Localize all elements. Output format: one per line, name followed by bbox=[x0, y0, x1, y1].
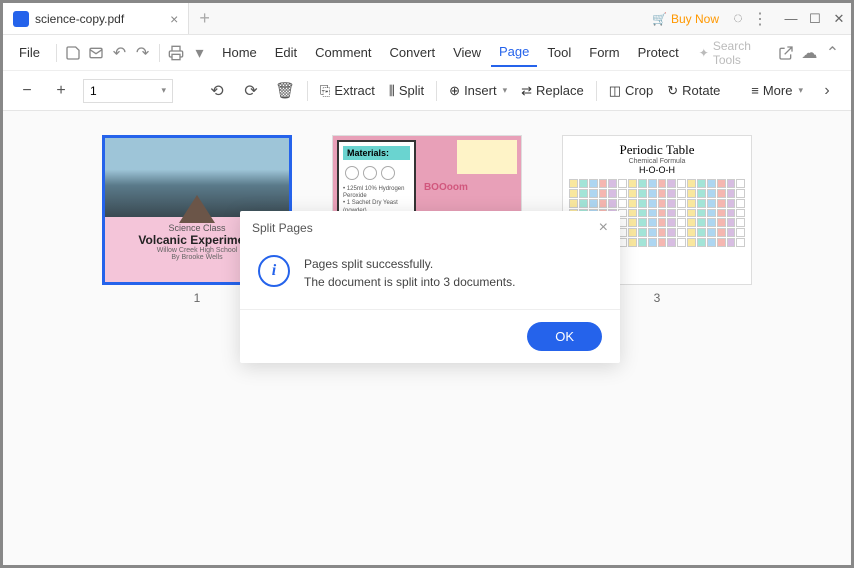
page-number-input[interactable]: 1▾ bbox=[83, 79, 173, 103]
insert-button[interactable]: ⊕Insert▾ bbox=[447, 79, 509, 103]
replace-icon: ⇄ bbox=[521, 83, 532, 99]
more-button[interactable]: ≡More▾ bbox=[749, 79, 805, 102]
tab-title: science-copy.pdf bbox=[35, 12, 124, 26]
ok-button[interactable]: OK bbox=[527, 322, 602, 351]
menu-view[interactable]: View bbox=[445, 39, 489, 66]
search-tools[interactable]: ✦ Search Tools bbox=[699, 39, 772, 67]
share-icon[interactable] bbox=[776, 41, 797, 65]
dialog-title: Split Pages bbox=[252, 221, 313, 235]
dialog-message-1: Pages split successfully. bbox=[304, 255, 515, 273]
document-tab[interactable]: science-copy.pdf × bbox=[3, 3, 189, 34]
expand-icon[interactable]: › bbox=[815, 79, 839, 103]
cloud-icon[interactable]: ☁ bbox=[799, 41, 820, 65]
minimize-button[interactable]: — bbox=[779, 7, 803, 31]
split-button[interactable]: ⫼Split bbox=[387, 79, 426, 103]
rotate-icon: ↻ bbox=[667, 83, 678, 99]
menu-page[interactable]: Page bbox=[491, 38, 537, 67]
thumb-number: 1 bbox=[194, 291, 201, 305]
split-icon: ⫼ bbox=[389, 83, 395, 99]
menu-edit[interactable]: Edit bbox=[267, 39, 305, 66]
zoom-out-button[interactable]: − bbox=[15, 79, 39, 103]
mail-icon[interactable] bbox=[86, 41, 107, 65]
rotate-right-icon[interactable]: ⟳ bbox=[239, 79, 263, 103]
extract-button[interactable]: ⎘Extract bbox=[318, 79, 377, 103]
zoom-in-button[interactable]: + bbox=[49, 79, 73, 103]
insert-icon: ⊕ bbox=[449, 83, 460, 99]
save-icon[interactable] bbox=[63, 41, 84, 65]
buy-now-link[interactable]: 🛒 Buy Now bbox=[652, 12, 719, 26]
more-icon: ≡ bbox=[751, 83, 759, 98]
user-icon[interactable]: ◌ bbox=[727, 8, 749, 30]
rotate-left-icon[interactable]: ⟲ bbox=[205, 79, 229, 103]
rotate-button[interactable]: ↻Rotate bbox=[665, 79, 722, 103]
dialog-message-2: The document is split into 3 documents. bbox=[304, 273, 515, 291]
collapse-icon[interactable]: ⌃ bbox=[822, 41, 843, 65]
extract-icon: ⎘ bbox=[320, 83, 330, 99]
replace-button[interactable]: ⇄Replace bbox=[519, 79, 586, 103]
redo-icon[interactable]: ↷ bbox=[132, 41, 153, 65]
crop-icon: ◫ bbox=[609, 83, 621, 99]
print-icon[interactable] bbox=[166, 41, 187, 65]
info-icon: i bbox=[258, 255, 290, 287]
menu-home[interactable]: Home bbox=[214, 39, 265, 66]
close-tab-icon[interactable]: × bbox=[170, 11, 178, 27]
menu-tool[interactable]: Tool bbox=[539, 39, 579, 66]
menu-protect[interactable]: Protect bbox=[630, 39, 687, 66]
wand-icon: ✦ bbox=[699, 46, 709, 60]
menu-form[interactable]: Form bbox=[581, 39, 627, 66]
cart-icon: 🛒 bbox=[652, 12, 667, 26]
kebab-menu-icon[interactable]: ⋮ bbox=[749, 8, 771, 30]
app-icon bbox=[13, 11, 29, 27]
split-pages-dialog: Split Pages × i Pages split successfully… bbox=[240, 211, 620, 363]
dropdown-icon[interactable]: ▾ bbox=[189, 41, 210, 65]
maximize-button[interactable]: ☐ bbox=[803, 7, 827, 31]
close-window-button[interactable]: ✕ bbox=[827, 7, 851, 31]
menu-convert[interactable]: Convert bbox=[382, 39, 444, 66]
menu-comment[interactable]: Comment bbox=[307, 39, 379, 66]
crop-button[interactable]: ◫Crop bbox=[607, 79, 655, 103]
dialog-close-button[interactable]: × bbox=[599, 219, 608, 237]
new-tab-button[interactable]: + bbox=[189, 8, 220, 29]
menu-file[interactable]: File bbox=[11, 39, 50, 66]
undo-icon[interactable]: ↶ bbox=[109, 41, 130, 65]
delete-page-icon[interactable]: 🗑 bbox=[273, 79, 297, 103]
thumb-number: 3 bbox=[654, 291, 661, 305]
